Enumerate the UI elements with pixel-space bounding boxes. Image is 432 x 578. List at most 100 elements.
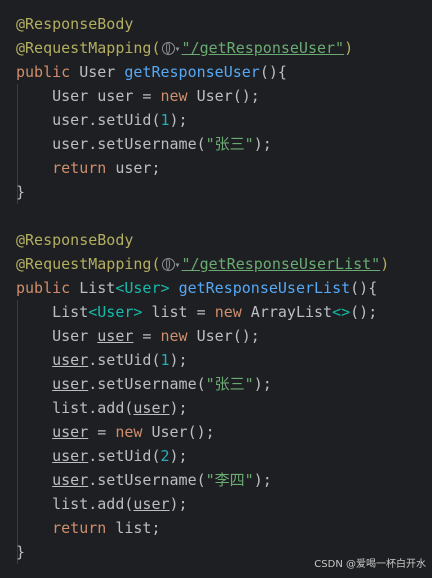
code-text: user; [106, 159, 161, 177]
diamond-operator: <> [332, 303, 351, 321]
variable: user [97, 87, 134, 105]
watermark: CSDN @爱喝一杯白开水 [314, 559, 426, 570]
code-text: .setUid( [88, 447, 161, 465]
code-text: .setUid( [88, 351, 161, 369]
code-text: ); [169, 351, 188, 369]
annotation: @ResponseBody [16, 15, 134, 33]
method-name: getResponseUser [124, 63, 260, 81]
code-text: .setUsername( [88, 375, 206, 393]
closing-brace: } [16, 183, 26, 201]
endpoint-url[interactable]: "/getResponseUserList" [182, 255, 381, 273]
generic-type: <User> [115, 279, 170, 297]
code-text: ); [169, 447, 188, 465]
code-line: user.setUsername("张三"); [0, 372, 432, 396]
code-text: ); [253, 471, 272, 489]
code-line: user.setUsername("李四"); [0, 468, 432, 492]
variable: user [52, 423, 89, 441]
code-line: return user; [0, 156, 432, 180]
variable: user [133, 495, 170, 513]
variable: user [97, 327, 134, 345]
keyword: new [214, 303, 242, 321]
constructor: User(); [142, 423, 215, 441]
keyword: return [52, 159, 107, 177]
code-text: user.setUsername( [52, 135, 206, 153]
endpoint-url[interactable]: "/getResponseUser" [182, 39, 345, 57]
code-text: user.setUid( [52, 111, 161, 129]
keyword: public [16, 279, 71, 297]
number-literal: 2 [160, 447, 170, 465]
keyword: public [16, 63, 71, 81]
code-line: return list; [0, 516, 432, 540]
code-editor[interactable]: @ResponseBody @RequestMapping(▾"/getResp… [0, 0, 432, 578]
type-name: User [79, 63, 116, 81]
code-line: @ResponseBody [0, 12, 432, 36]
code-line: list.add(user); [0, 396, 432, 420]
annotation: @ResponseBody [16, 231, 134, 249]
code-line: user.setUid(1); [0, 108, 432, 132]
code-text: ); [169, 399, 188, 417]
code-text: ); [169, 495, 188, 513]
code-line: user.setUid(1); [0, 348, 432, 372]
code-text: ); [253, 375, 272, 393]
code-text: ); [169, 111, 188, 129]
globe-icon[interactable] [161, 258, 175, 271]
type-name: List [79, 279, 116, 297]
annotation: @RequestMapping( [16, 39, 161, 57]
chevron-down-icon[interactable]: ▾ [175, 254, 181, 278]
code-line: User user = new User(); [0, 324, 432, 348]
annotation-close: ) [380, 255, 390, 273]
keyword: new [115, 423, 143, 441]
string-literal: "张三" [205, 375, 254, 393]
code-line: user.setUid(2); [0, 444, 432, 468]
code-text: (); [350, 303, 378, 321]
operator: = [133, 87, 161, 105]
signature-tail: (){ [259, 63, 287, 81]
keyword: new [160, 87, 188, 105]
variable: user [133, 399, 170, 417]
keyword: new [160, 327, 188, 345]
method-name: getResponseUserList [178, 279, 351, 297]
code-text: list.add( [52, 495, 134, 513]
code-line: } [0, 180, 432, 204]
code-text: list = [142, 303, 215, 321]
operator: = [88, 423, 116, 441]
code-line: @ResponseBody [0, 228, 432, 252]
code-line: User user = new User(); [0, 84, 432, 108]
variable: user [52, 351, 89, 369]
string-literal: "李四" [205, 471, 254, 489]
variable: user [52, 447, 89, 465]
keyword: return [52, 519, 107, 537]
code-text: list; [106, 519, 161, 537]
string-literal: "张三" [205, 135, 254, 153]
code-line: public List<User> getResponseUserList(){ [0, 276, 432, 300]
code-text: list.add( [52, 399, 134, 417]
variable: user [52, 375, 89, 393]
code-line: List<User> list = new ArrayList<>(); [0, 300, 432, 324]
code-line: @RequestMapping( ▾"/getResponseUserList") [0, 252, 432, 276]
type-name: User [52, 327, 98, 345]
globe-icon[interactable] [161, 42, 175, 55]
code-text: ); [253, 135, 272, 153]
constructor: ArrayList [241, 303, 333, 321]
annotation: @RequestMapping( [16, 255, 161, 273]
variable: user [52, 471, 89, 489]
number-literal: 1 [160, 351, 170, 369]
annotation-close: ) [344, 39, 354, 57]
number-literal: 1 [160, 111, 170, 129]
type-name: User [52, 87, 89, 105]
generic-type: <User> [88, 303, 143, 321]
signature-tail: (){ [350, 279, 378, 297]
constructor: User(); [196, 87, 260, 105]
constructor: User(); [187, 327, 260, 345]
code-line: @RequestMapping( ▾"/getResponseUser") [0, 36, 432, 60]
closing-brace: } [16, 543, 26, 561]
code-text: .setUsername( [88, 471, 206, 489]
code-line: user = new User(); [0, 420, 432, 444]
code-line: public User getResponseUser(){ [0, 60, 432, 84]
code-line: list.add(user); [0, 492, 432, 516]
chevron-down-icon[interactable]: ▾ [175, 38, 181, 62]
type-name: List [52, 303, 89, 321]
code-line: user.setUsername("张三"); [0, 132, 432, 156]
operator: = [133, 327, 161, 345]
